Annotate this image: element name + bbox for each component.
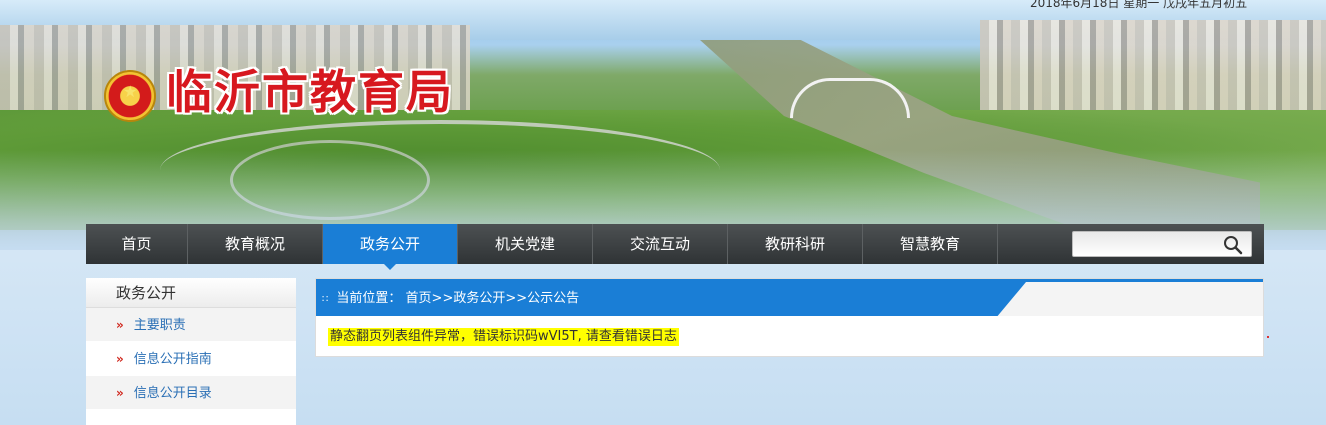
breadcrumb-prefix: 当前位置： (336, 291, 402, 306)
header-banner (0, 0, 1326, 250)
sidebar-item-label: 信息公开指南 (133, 352, 212, 367)
breadcrumb-link-announcements[interactable]: 公示公告 (527, 291, 579, 306)
error-message: 静态翻页列表组件异常，错误标识码wVI5T, 请查看错误日志 (328, 328, 679, 346)
national-emblem-icon: ★ (104, 70, 156, 122)
banner-bridge (790, 78, 910, 118)
breadcrumb-link-home[interactable]: 首页 (406, 291, 432, 306)
breadcrumb-bar: ∷ 当前位置： 首页>>政务公开>>公示公告 (316, 279, 1263, 316)
bullet-icon: » (116, 318, 124, 332)
search-input[interactable] (1072, 231, 1252, 257)
nav-item-education-overview[interactable]: 教育概况 (188, 224, 323, 264)
decorative-dot (1267, 336, 1269, 338)
breadcrumb: ∷ 当前位置： 首页>>政务公开>>公示公告 (322, 282, 579, 316)
breadcrumb-separator: >> (505, 291, 528, 306)
sidebar-item-main-duties[interactable]: » 主要职责 (86, 308, 296, 342)
main-content: ∷ 当前位置： 首页>>政务公开>>公示公告 静态翻页列表组件异常，错误标识码wV… (315, 278, 1264, 357)
sidebar-item-disclosure-guide[interactable]: » 信息公开指南 (86, 342, 296, 376)
sidebar-item-label: 信息公开目录 (133, 386, 212, 401)
grip-icon: ∷ (322, 294, 329, 305)
nav-item-smart-education[interactable]: 智慧教育 (863, 224, 998, 264)
sidebar: 政务公开 » 主要职责 » 信息公开指南 » 信息公开目录 (86, 278, 296, 425)
breadcrumb-separator: >> (431, 291, 454, 306)
nav-item-communication[interactable]: 交流互动 (593, 224, 728, 264)
sidebar-item-disclosure-catalog[interactable]: » 信息公开目录 (86, 376, 296, 410)
main-nav: 首页 教育概况 政务公开 机关党建 交流互动 教研科研 智慧教育 (86, 224, 1264, 270)
nav-item-party-building[interactable]: 机关党建 (458, 224, 593, 264)
date-text: 2018年6月18日 星期一 戊戌年五月初五 (1030, 0, 1248, 10)
nav-item-research[interactable]: 教研科研 (728, 224, 863, 264)
breadcrumb-link-government-affairs[interactable]: 政务公开 (453, 291, 505, 306)
sidebar-item-label: 主要职责 (133, 318, 186, 333)
search-icon[interactable] (1223, 235, 1243, 255)
nav-item-home[interactable]: 首页 (86, 224, 188, 264)
sidebar-title: 政务公开 (86, 278, 296, 308)
bullet-icon: » (116, 352, 124, 366)
nav-item-government-affairs[interactable]: 政务公开 (323, 224, 458, 270)
site-title[interactable]: 临沂市教育局 (166, 62, 454, 122)
bullet-icon: » (116, 386, 124, 400)
